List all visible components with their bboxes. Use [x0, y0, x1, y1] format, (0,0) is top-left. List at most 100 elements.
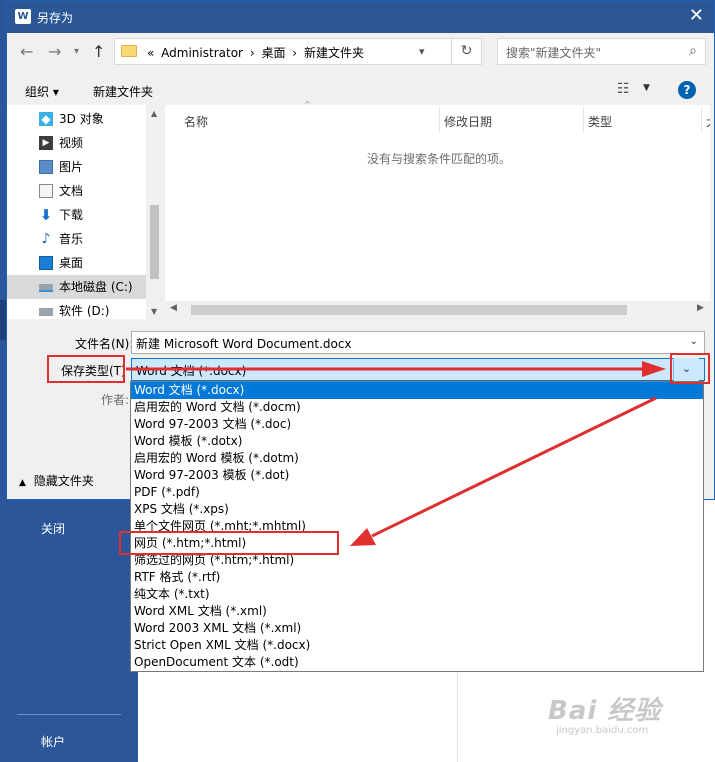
nav-item-downloads[interactable]: ⬇ 下载: [7, 203, 146, 227]
savetype-option-pdf[interactable]: PDF (*.pdf): [131, 484, 703, 501]
column-header-size[interactable]: 大: [706, 113, 710, 130]
breadcrumb-desktop[interactable]: 桌面: [261, 46, 285, 60]
savetype-option-dotm[interactable]: 启用宏的 Word 模板 (*.dotm): [131, 450, 703, 467]
column-header-name[interactable]: 名称: [184, 113, 208, 130]
chevron-down-icon[interactable]: ▼: [643, 83, 650, 93]
close-icon[interactable]: ✕: [689, 5, 704, 26]
nav-item-desktop[interactable]: 桌面: [7, 251, 146, 275]
navigation-scrollbar-thumb[interactable]: [150, 205, 159, 279]
breadcrumb-new-folder[interactable]: 新建文件夹: [304, 46, 364, 60]
nav-item-music[interactable]: ♪ 音乐: [7, 227, 146, 251]
search-placeholder: 搜索"新建文件夹": [506, 46, 602, 60]
search-input[interactable]: 搜索"新建文件夹" ⌕: [497, 38, 706, 65]
backstage-divider: [17, 714, 121, 715]
filename-value: 新建 Microsoft Word Document.docx: [136, 337, 352, 351]
savetype-select[interactable]: Word 文档 (*.docx): [131, 358, 705, 381]
backstage-close[interactable]: 关闭: [41, 520, 65, 537]
savetype-option-txt[interactable]: 纯文本 (*.txt): [131, 586, 703, 603]
scroll-right-icon[interactable]: ▶: [697, 303, 704, 313]
savetype-option-xml2003[interactable]: Word 2003 XML 文档 (*.xml): [131, 620, 703, 637]
annotation-box-dropdown-button: [670, 353, 710, 384]
sort-ascending-icon: ^: [304, 100, 311, 109]
view-options-icon[interactable]: ☷: [617, 81, 630, 97]
nav-item-label: 图片: [59, 160, 84, 174]
forward-arrow-icon[interactable]: →: [48, 42, 61, 61]
annotation-box-savetype-label: [47, 355, 125, 383]
column-header-modified[interactable]: 修改日期: [444, 113, 492, 130]
savetype-option-xps[interactable]: XPS 文档 (*.xps): [131, 501, 703, 518]
watermark-brand: Bai 经验: [548, 696, 662, 726]
address-bar[interactable]: « Administrator › 桌面 › 新建文件夹: [114, 38, 480, 65]
nav-item-3d-objects[interactable]: ◆ 3D 对象: [7, 107, 146, 131]
new-folder-button[interactable]: 新建文件夹: [93, 83, 153, 100]
savetype-option-dot[interactable]: Word 97-2003 模板 (*.dot): [131, 467, 703, 484]
music-icon: ♪: [41, 231, 51, 247]
baidu-watermark: Bai 经验 jingyan.baidu.com: [548, 690, 698, 736]
video-icon: ▶: [39, 136, 53, 150]
download-icon: ⬇: [39, 206, 53, 224]
breadcrumb-administrator[interactable]: Administrator: [161, 46, 243, 60]
drive-icon: [39, 308, 53, 316]
drive-icon: [39, 284, 53, 292]
file-list[interactable]: [165, 105, 710, 301]
breadcrumb-separator[interactable]: ›: [250, 46, 255, 60]
pictures-icon: [39, 160, 53, 174]
backstage-account[interactable]: 帐户: [41, 733, 65, 750]
savetype-option-doc[interactable]: Word 97-2003 文档 (*.doc): [131, 416, 703, 433]
address-overflow[interactable]: «: [147, 46, 154, 60]
dialog-titlebar: W 另存为 ✕: [7, 1, 714, 33]
back-arrow-icon[interactable]: ←: [20, 42, 33, 61]
chevron-up-icon: ▲: [19, 478, 26, 488]
scroll-up-icon[interactable]: ▲: [151, 109, 157, 118]
nav-item-label: 软件 (D:): [59, 304, 110, 318]
address-dropdown-chevron-icon[interactable]: ▾: [419, 45, 425, 58]
desktop-icon: [39, 256, 53, 270]
nav-item-video[interactable]: ▶ 视频: [7, 131, 146, 155]
nav-item-label: 3D 对象: [59, 112, 104, 126]
up-arrow-icon[interactable]: ↑: [92, 42, 105, 61]
refresh-button[interactable]: ↻: [451, 38, 482, 65]
scroll-left-icon[interactable]: ◀: [170, 303, 177, 313]
savetype-option-xml[interactable]: Word XML 文档 (*.xml): [131, 603, 703, 620]
search-icon: ⌕: [689, 43, 697, 59]
savetype-option-dotx[interactable]: Word 模板 (*.dotx): [131, 433, 703, 450]
empty-message: 没有与搜索条件匹配的项。: [367, 152, 512, 166]
column-divider[interactable]: [583, 107, 584, 133]
folder-icon: [121, 45, 137, 57]
nav-item-label: 下载: [59, 208, 84, 222]
column-divider[interactable]: [701, 107, 702, 133]
savetype-option-strict-docx[interactable]: Strict Open XML 文档 (*.docx): [131, 637, 703, 654]
address-path: « Administrator › 桌面 › 新建文件夹: [147, 44, 367, 61]
nav-item-label: 音乐: [59, 232, 84, 246]
nav-item-documents[interactable]: 文档: [7, 179, 146, 203]
filename-dropdown-chevron-icon[interactable]: ⌄: [690, 336, 698, 347]
scroll-down-icon[interactable]: ▼: [151, 307, 157, 316]
dialog-title: 另存为: [37, 11, 74, 25]
savetype-option-rtf[interactable]: RTF 格式 (*.rtf): [131, 569, 703, 586]
column-divider[interactable]: [439, 107, 440, 133]
watermark-url: jingyan.baidu.com: [556, 725, 649, 736]
filename-label: 文件名(N):: [75, 337, 134, 351]
nav-item-local-disk-c[interactable]: 本地磁盘 (C:): [7, 275, 146, 299]
help-icon[interactable]: ?: [678, 81, 696, 99]
savetype-value: Word 文档 (*.docx): [136, 364, 247, 378]
file-list-hscrollbar-thumb[interactable]: [191, 305, 627, 315]
savetype-dropdown-list: Word 文档 (*.docx) 启用宏的 Word 文档 (*.docm) W…: [130, 381, 704, 672]
savetype-option-docx[interactable]: Word 文档 (*.docx): [131, 382, 703, 399]
nav-item-label: 视频: [59, 136, 84, 150]
nav-item-pictures[interactable]: 图片: [7, 155, 146, 179]
filename-input[interactable]: 新建 Microsoft Word Document.docx ⌄: [131, 331, 705, 354]
savetype-option-odt[interactable]: OpenDocument 文本 (*.odt): [131, 654, 703, 671]
organize-button[interactable]: 组织 ▾: [25, 83, 59, 100]
author-label: 作者:: [101, 393, 130, 407]
word-app-icon: W: [15, 9, 31, 24]
column-header-type[interactable]: 类型: [588, 113, 612, 130]
nav-item-label: 桌面: [59, 256, 84, 270]
breadcrumb-separator[interactable]: ›: [292, 46, 297, 60]
nav-item-software-d[interactable]: 软件 (D:): [7, 299, 146, 323]
hide-folders-toggle[interactable]: ▲ 隐藏文件夹: [19, 472, 94, 489]
navigation-pane: ◆ 3D 对象 ▶ 视频 图片 文档 ⬇ 下载 ♪ 音乐 桌面 本地磁盘 (C:…: [7, 105, 163, 319]
recent-locations-chevron-icon[interactable]: ▾: [74, 46, 79, 57]
3d-objects-icon: ◆: [39, 112, 53, 126]
savetype-option-docm[interactable]: 启用宏的 Word 文档 (*.docm): [131, 399, 703, 416]
